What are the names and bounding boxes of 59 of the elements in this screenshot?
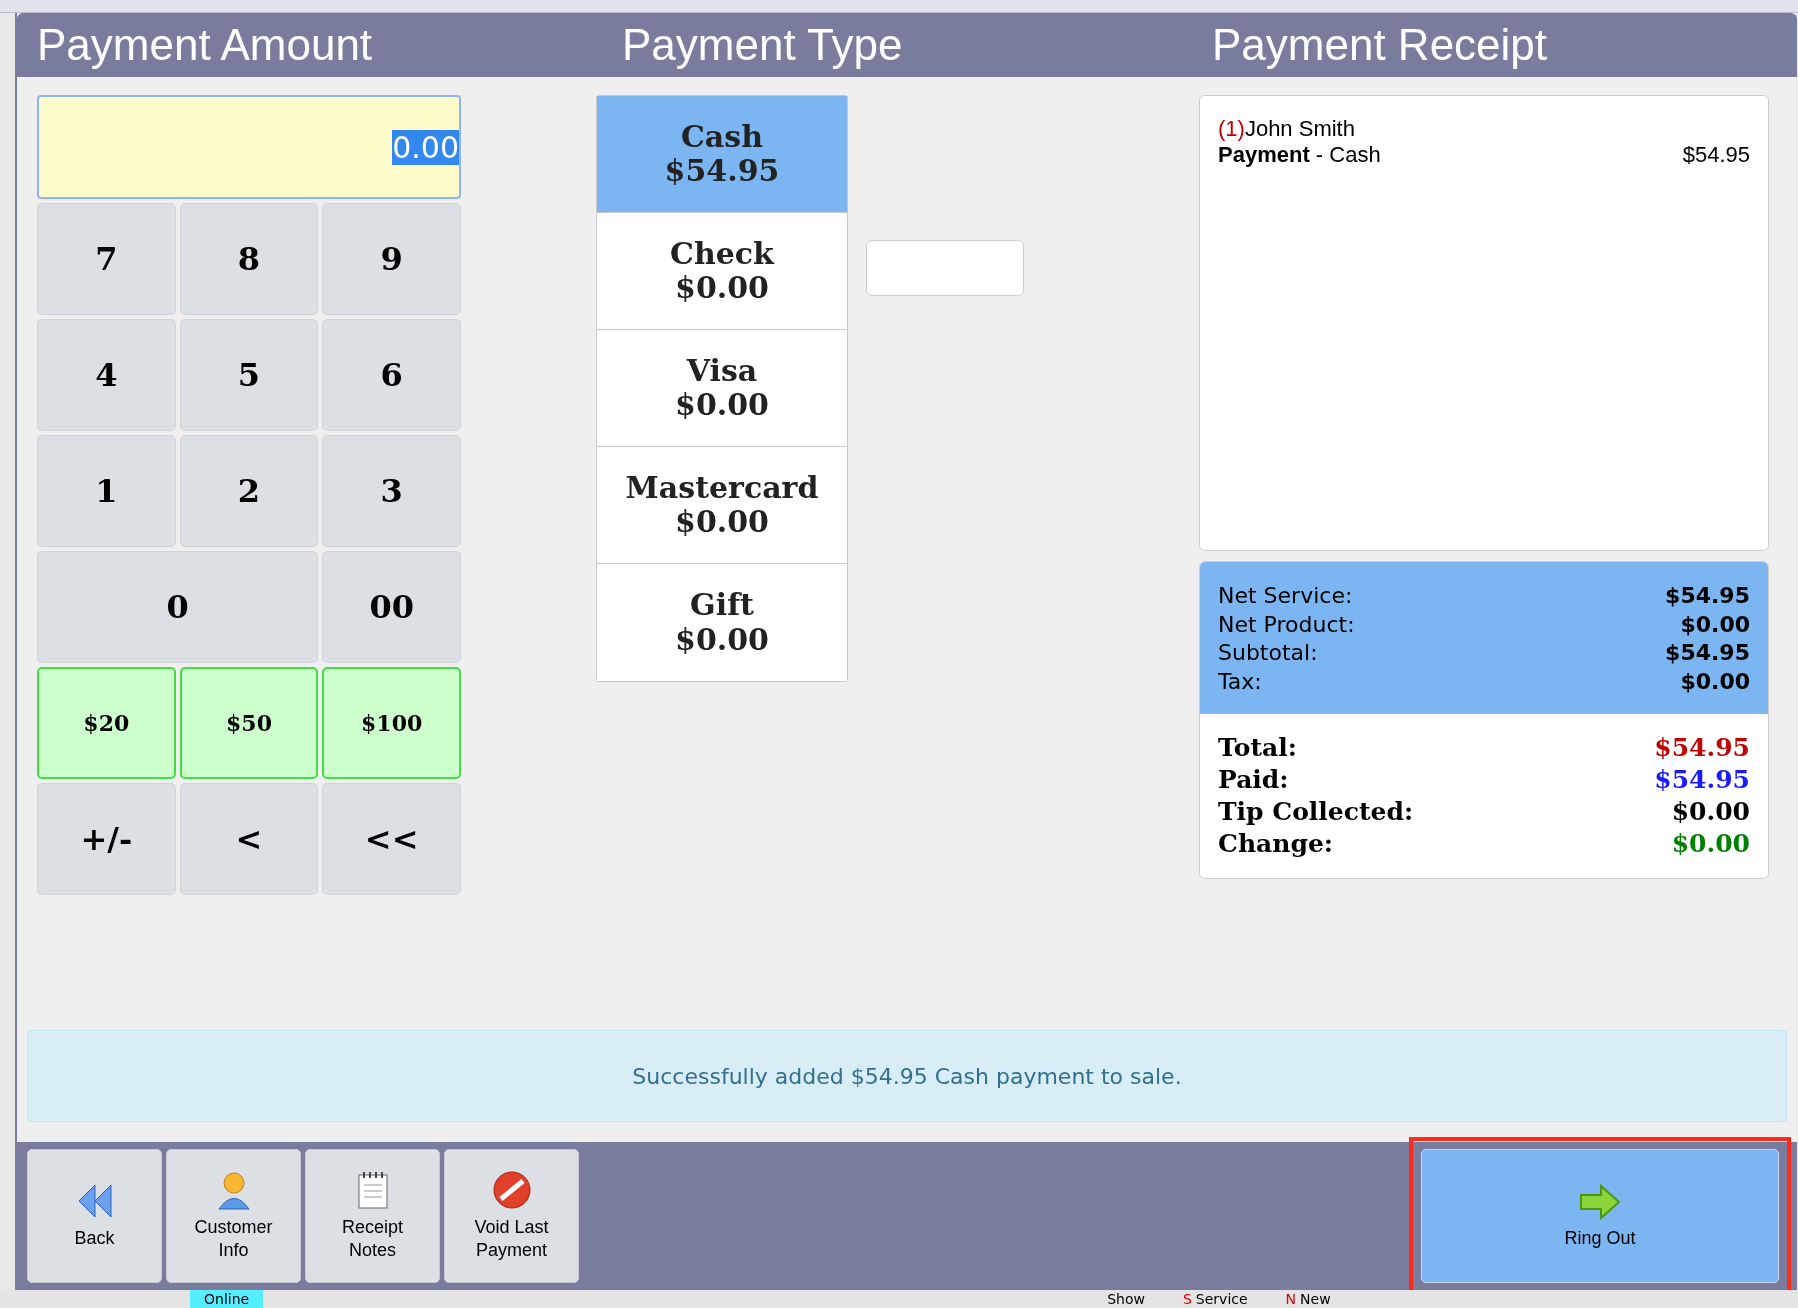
background-tab[interactable]: Online [190,1290,264,1308]
section-title: Payment Amount [36,20,374,70]
amount-value: 0.00 [392,129,459,165]
total-value: $0.00 [1671,828,1750,861]
keypad-button[interactable]: 00 [322,551,461,663]
payment-type-button[interactable]: Check $0.00 [597,213,847,330]
success-message: Successfully added $54.95 Cash payment to sale. [27,1030,1787,1122]
keypad-button[interactable]: 2 [179,435,319,547]
person-icon [215,1169,252,1210]
section-title: Payment Type [622,20,904,70]
input-field[interactable] [866,240,1024,296]
payment-type-button[interactable]: Mastercard $0.00 [597,447,847,564]
subtotal-label: Net Product: [1218,610,1355,639]
subtotal-label: Net Service: [1218,582,1353,610]
total-label: Tip Collected: [1218,796,1414,829]
total-label: Change: [1218,828,1334,861]
amount-field[interactable]: 0.00 [37,95,461,199]
keypad-button[interactable]: 5 [179,319,319,431]
subtotal-label: Subtotal: [1218,639,1318,668]
arrow-right-icon [1579,1183,1621,1220]
subtotal-label: Tax: [1218,667,1262,696]
total-value: $54.95 [1654,764,1750,797]
keypad-button[interactable]: 0 [37,551,319,663]
subtotal-value: $0.00 [1680,667,1750,696]
total-label: Total: [1218,732,1297,765]
keypad-button[interactable]: 9 [322,203,461,315]
toolbar-button[interactable]: Customer Info [166,1149,301,1283]
keypad-button[interactable]: 6 [322,319,461,431]
keypad-button[interactable]: 7 [37,203,176,315]
ring-out-button[interactable]: Ring Out [1421,1149,1779,1283]
keypad-button[interactable]: 4 [37,319,176,431]
subtotal-value: $54.95 [1665,582,1750,610]
cash-amount-button[interactable]: $20 [37,667,176,779]
keypad-button[interactable]: 8 [179,203,319,315]
customer-name: John Smith [1244,116,1355,141]
cash-amount-button[interactable]: $100 [322,667,461,779]
subtotal-value: $0.00 [1680,610,1750,639]
keypad-button[interactable]: +/- [37,783,176,895]
total-label: Paid: [1218,764,1289,797]
payment-type-button[interactable]: Gift $0.00 [597,564,847,681]
toolbar-button[interactable]: Back [27,1149,162,1283]
notepad-icon [355,1169,390,1210]
subtotal-value: $54.95 [1665,639,1750,668]
receipt-amount: $54.95 [1682,142,1750,168]
prohibited-icon [491,1169,532,1210]
total-value: $54.95 [1654,732,1750,765]
keypad-button[interactable]: << [322,783,461,895]
payment-type-button[interactable]: Visa $0.00 [597,330,847,447]
keypad-button[interactable]: 3 [322,435,461,547]
section-title: Payment Receipt [1212,20,1549,70]
cash-amount-button[interactable]: $50 [179,667,319,779]
toolbar-button[interactable]: Void Last Payment [444,1149,579,1283]
total-value: $0.00 [1671,796,1750,829]
receipt-line: Payment - Cash [1218,142,1381,168]
keypad-button[interactable]: < [179,783,319,895]
receipt-index: (1) [1218,116,1245,141]
toolbar-button[interactable]: Receipt Notes [305,1149,440,1283]
keypad-button[interactable]: 1 [37,435,176,547]
payment-type-button[interactable]: Cash $54.95 [597,96,847,213]
